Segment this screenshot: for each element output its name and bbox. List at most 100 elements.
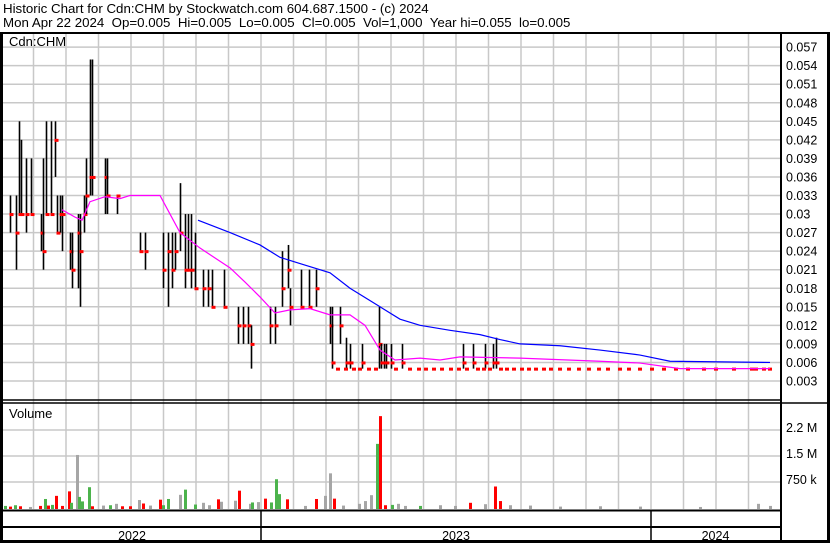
volume-bar [14,505,17,509]
volume-bar [286,499,289,509]
flat-trade-dot [627,367,631,371]
volume-bar [217,499,220,509]
close-dot [54,138,59,142]
volume-bar [379,416,382,509]
close-dot [331,361,336,365]
volume-bar [88,487,91,509]
volume-bar [238,490,241,509]
close-dot [194,287,199,291]
close-dot [79,250,84,254]
close-dot [202,287,207,291]
volume-bar [757,503,760,509]
close-dot [242,324,247,328]
volume-bar [70,502,73,509]
close-dot [162,268,167,272]
price-tick-label: 0.036 [786,170,817,184]
flat-trade-dot [597,367,601,371]
volume-bar [699,506,702,509]
close-dot [15,231,20,235]
close-dot [91,175,96,179]
flat-trade-dot [476,367,480,371]
flat-trade-dot [606,367,610,371]
flat-trade-dot [352,367,356,371]
year-label: 2024 [702,529,730,543]
flat-trade-dot [358,367,362,371]
close-dot [349,361,354,365]
close-dot [484,361,489,365]
flat-trade-dot [457,367,461,371]
close-dot [61,213,66,217]
volume-bar [234,500,237,509]
flat-trade-dot [534,367,538,371]
close-dot [472,361,477,365]
flat-trade-dot [482,367,486,371]
grid [3,34,780,509]
volume-bar [91,506,94,509]
flat-trade-dot [344,367,348,371]
close-dot [71,268,76,272]
price-tick-label: 0.042 [786,133,817,147]
volume-bar [404,505,407,509]
flat-trade-dot [465,367,469,371]
volume-bar [358,503,361,509]
close-dot [315,287,320,291]
volume-tick-label: 2.2 M [786,421,817,435]
flat-trade-dot [488,367,492,371]
volume-bar [639,506,642,509]
volume-bar [167,498,170,509]
volume-bar [129,506,132,509]
volume-bar [202,502,205,509]
price-tick-label: 0.018 [786,282,817,296]
close-dot [289,305,294,309]
year-label: 2022 [118,529,146,543]
flat-trade-dot [567,367,571,371]
flat-trade-dot [549,367,553,371]
close-dot [20,213,25,217]
volume-bar [121,506,124,509]
volume-bar [509,505,512,509]
volume-bar [333,498,336,509]
flat-trade-dot [374,367,378,371]
volume-bar [115,503,118,509]
volume-bar [419,505,422,509]
price-tick-label: 0.033 [786,189,817,203]
volume-label: Volume [9,406,52,421]
volume-bar [391,504,394,509]
price-tick-label: 0.015 [786,300,817,314]
flat-trade-dot [367,367,371,371]
close-dot [25,213,30,217]
volume-bar [159,499,162,509]
volume-bar [324,495,327,509]
close-dot [462,361,467,365]
volume-bar [109,505,112,509]
flat-trade-dot [577,367,581,371]
volume-bar [55,495,58,509]
flat-trade-dot [520,367,524,371]
volume-bar [61,505,64,509]
close-dot [274,324,279,328]
close-dot [237,324,242,328]
volume-bar [47,505,50,509]
volume-bar [138,500,141,509]
flat-trade-dot [505,367,509,371]
volume-bar [19,506,22,509]
volume-bar [494,486,497,509]
price-tick-label: 0.027 [786,226,817,240]
close-dot [139,250,144,254]
volume-bar [275,479,278,509]
volume-bar [454,505,457,509]
close-dot [167,250,172,254]
flat-trade-dot [408,367,412,371]
flat-trade-dot [432,367,436,371]
volume-bar [4,505,7,509]
close-dot [45,213,50,217]
volume-bar [179,494,182,509]
close-dot [269,324,274,328]
close-dot [190,268,195,272]
flat-trade-dot [662,367,666,371]
stock-chart: Cdn:CHM Volume 0.057 0.054 0.051 0.048 0.045… [0,32,830,543]
volume-bar [329,473,332,509]
volume-bar [162,505,165,509]
flat-trade-dot [417,367,421,371]
volume-bar [142,503,145,509]
